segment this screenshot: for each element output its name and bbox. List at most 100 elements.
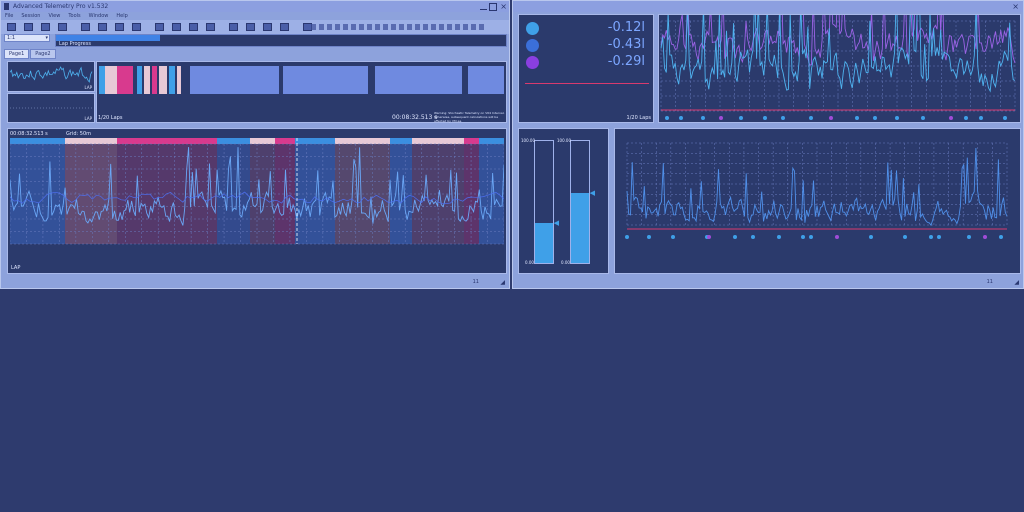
- readout-value-2: -0.43l: [607, 37, 645, 52]
- overview-segment: [99, 66, 105, 94]
- new-icon[interactable]: [7, 23, 16, 31]
- right-title-bar: ×: [513, 1, 1023, 12]
- overview-segment: [105, 66, 117, 94]
- lap-overview-panel[interactable]: 1/20 Laps 00:08:32.513 s Warning: Stocha…: [96, 61, 507, 123]
- resize-grip-icon[interactable]: ◢: [500, 279, 505, 286]
- bar-gauge-arrow-icon-1[interactable]: ◀: [554, 219, 559, 227]
- readout-value-3: -0.29l: [607, 54, 645, 69]
- left-status-bar: 11 ◢: [1, 278, 509, 288]
- bottom-right-marker: [869, 235, 873, 239]
- open-icon[interactable]: [24, 23, 33, 31]
- toolbar-glyph-icon[interactable]: [431, 24, 436, 30]
- main-telemetry-panel[interactable]: 00:08:32.513 s Grid: 50m LAP: [7, 128, 507, 274]
- lap-progress-bar: Lap Progress: [55, 34, 507, 47]
- toolbar-glyph-icon[interactable]: [335, 24, 340, 30]
- bar-gauge-bottom-label-1: 0.00: [525, 260, 534, 265]
- top-right-chart-panel[interactable]: [658, 14, 1021, 123]
- bar-gauge-arrow-icon-2[interactable]: ◀: [590, 189, 595, 197]
- bar-gauge-fill-2: [571, 193, 589, 263]
- menu-item-file[interactable]: File: [5, 12, 13, 20]
- zoom-out-icon[interactable]: [189, 23, 198, 31]
- lap-sector-header: [335, 138, 390, 144]
- toolbar-glyph-icon[interactable]: [351, 24, 356, 30]
- top-right-marker: [809, 116, 813, 120]
- bottom-right-marker: [835, 235, 839, 239]
- play-icon[interactable]: [246, 23, 255, 31]
- tab-page2[interactable]: Page2: [30, 49, 56, 59]
- print-icon[interactable]: [58, 23, 67, 31]
- save-icon[interactable]: [41, 23, 50, 31]
- right-resize-grip-icon[interactable]: ◢: [1014, 279, 1019, 286]
- menu-item-window[interactable]: Window: [89, 12, 109, 20]
- readout-value-1: -0.12l: [607, 20, 645, 35]
- toolbar-glyph-icon[interactable]: [439, 24, 444, 30]
- toolbar-glyph-icon[interactable]: [447, 24, 452, 30]
- menu-item-view[interactable]: View: [48, 12, 60, 20]
- toolbar-glyph-icon[interactable]: [343, 24, 348, 30]
- toolbar-glyph-icon[interactable]: [383, 24, 388, 30]
- tab-page1[interactable]: Page1: [4, 49, 30, 59]
- overview-segment: [375, 66, 462, 94]
- zoom-in-icon[interactable]: [172, 23, 181, 31]
- toolbar-glyph-icon[interactable]: [319, 24, 324, 30]
- bar-gauge-bottom-label-2: 0.00: [561, 260, 570, 265]
- chart-icon[interactable]: [132, 23, 141, 31]
- bar-gauge-2: ◀: [570, 140, 595, 264]
- toolbar-glyph-icon[interactable]: [415, 24, 420, 30]
- main-telemetry-chart[interactable]: [10, 138, 504, 248]
- pause-icon[interactable]: [263, 23, 272, 31]
- thumbnail-label-top: LAP: [84, 85, 92, 90]
- overview-segment: [468, 66, 504, 94]
- toolbar-glyph-icon[interactable]: [327, 24, 332, 30]
- right-close-button[interactable]: ×: [1012, 1, 1019, 12]
- toolbar-glyph-icon[interactable]: [423, 24, 428, 30]
- zoom-selector[interactable]: 1:1 ▾: [4, 34, 50, 42]
- bottom-right-marker: [809, 235, 813, 239]
- lap-progress-label: Lap Progress: [59, 41, 91, 47]
- copy-icon[interactable]: [98, 23, 107, 31]
- thumbnail-panel-top[interactable]: LAP: [7, 61, 95, 92]
- top-right-marker: [964, 116, 968, 120]
- main-chart-grid-label: Grid: 50m: [66, 131, 91, 137]
- bottom-right-marker: [983, 235, 987, 239]
- thumbnail-trace-line: [9, 66, 93, 83]
- cut-icon[interactable]: [81, 23, 90, 31]
- overview-segment: [169, 66, 175, 94]
- toolbar-glyph-icon[interactable]: [399, 24, 404, 30]
- toolbar-glyph-icon[interactable]: [311, 24, 316, 30]
- overview-segment: [190, 66, 279, 94]
- menu-item-session[interactable]: Session: [21, 12, 40, 20]
- top-right-marker: [679, 116, 683, 120]
- maximize-button[interactable]: [489, 3, 497, 11]
- thumbnail-label-bottom: LAP: [84, 116, 92, 121]
- minimize-button[interactable]: [480, 3, 487, 10]
- toolbar-glyph-icon[interactable]: [463, 24, 468, 30]
- forward-icon[interactable]: [229, 23, 238, 31]
- toolbar-glyph-icon[interactable]: [479, 24, 484, 30]
- close-button[interactable]: ×: [500, 1, 507, 12]
- paste-icon[interactable]: [115, 23, 124, 31]
- menu-item-help[interactable]: Help: [116, 12, 127, 20]
- toolbar-glyph-icon[interactable]: [407, 24, 412, 30]
- back-icon[interactable]: [206, 23, 215, 31]
- left-status-text: 11: [472, 279, 479, 285]
- overview-time: 00:08:32.513 s: [392, 114, 438, 121]
- toolbar-glyph-icon[interactable]: [367, 24, 372, 30]
- thumbnail-panel-bottom[interactable]: LAP: [7, 93, 95, 123]
- overview-laps-label: 1/20 Laps: [98, 115, 123, 121]
- toolbar-glyph-icon[interactable]: [375, 24, 380, 30]
- bottom-right-chart-panel[interactable]: [614, 128, 1021, 274]
- toolbar-glyph-icon[interactable]: [359, 24, 364, 30]
- toolbar-glyph-icon[interactable]: [471, 24, 476, 30]
- top-right-chart[interactable]: [659, 15, 1020, 122]
- toolbar-glyph-icon[interactable]: [391, 24, 396, 30]
- refresh-icon[interactable]: [280, 23, 289, 31]
- bottom-right-chart[interactable]: [615, 129, 1020, 273]
- lap-sector-header: [275, 138, 295, 144]
- readout-divider: [525, 83, 649, 84]
- chevron-down-icon: ▾: [45, 35, 48, 41]
- toolbar-glyph-icon[interactable]: [455, 24, 460, 30]
- menu-item-tools[interactable]: Tools: [68, 12, 80, 20]
- overview-note: Warning: Stochastic Telemetry on V04 Int…: [434, 111, 505, 123]
- grid-icon[interactable]: [155, 23, 164, 31]
